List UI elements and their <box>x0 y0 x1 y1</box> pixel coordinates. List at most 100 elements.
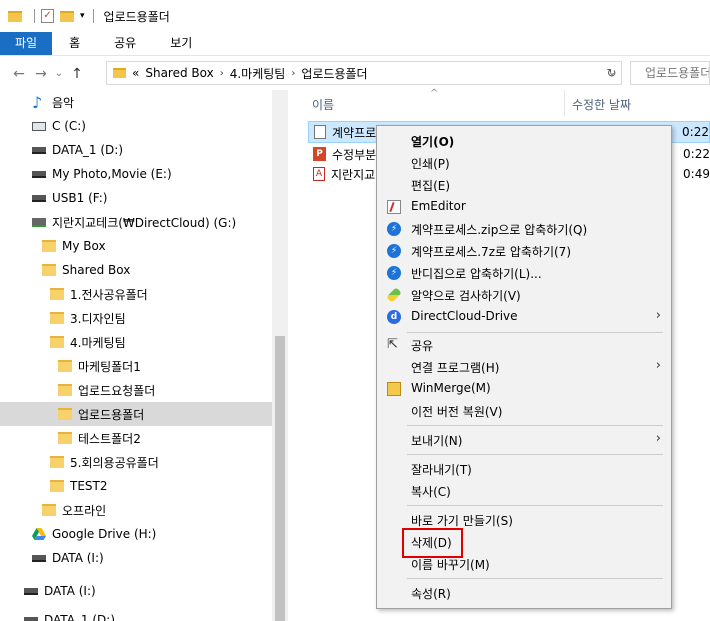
folder-icon <box>50 480 64 492</box>
chevron-right-icon: › <box>655 308 661 323</box>
chevron-right-icon[interactable]: › <box>291 68 295 79</box>
nav-item-shared-box[interactable]: Shared Box <box>0 258 272 282</box>
menu-divider <box>407 425 663 426</box>
breadcrumb-marketing[interactable]: 4.마케팅팀 <box>230 65 286 82</box>
chevron-right-icon[interactable]: › <box>220 68 224 79</box>
nav-scrollbar-thumb[interactable] <box>275 336 285 621</box>
bandizip-icon: ⚡ <box>387 222 401 236</box>
folder-icon <box>58 432 72 444</box>
file-name: 수정부분 <box>332 147 377 162</box>
new-folder-icon[interactable] <box>60 10 74 22</box>
quick-access-dropdown-icon[interactable]: ▾ <box>80 11 85 21</box>
menu-item-share[interactable]: ⇱ 공유 <box>377 334 671 356</box>
search-input[interactable]: 업로드용폴더 <box>630 61 710 85</box>
nav-item-e-drive[interactable]: My Photo,Movie (E:) <box>0 162 272 186</box>
nav-item-meeting-share[interactable]: 5.회의용공유폴더 <box>0 450 272 474</box>
nav-item-label: 1.전사공유폴더 <box>70 287 148 302</box>
tab-share[interactable]: 공유 <box>97 32 153 55</box>
menu-item-send-to[interactable]: 보내기(N) › <box>377 429 671 451</box>
file-date: 0:22 <box>682 125 709 139</box>
nav-item-google-drive[interactable]: Google Drive (H:) <box>0 522 272 546</box>
nav-item-d-drive[interactable]: DATA_1 (D:) <box>0 138 272 162</box>
menu-item-zip[interactable]: ⚡ 계약프로세스.zip으로 압축하기(Q) <box>377 218 671 240</box>
ribbon-tabs: 파일 홈 공유 보기 <box>0 32 710 56</box>
music-icon: ♪ <box>32 92 43 112</box>
folder-icon <box>50 312 64 324</box>
refresh-icon[interactable]: ↻ <box>602 61 622 85</box>
breadcrumb-upload-folder[interactable]: 업로드용폴더 <box>301 65 367 82</box>
nav-item-upload-folder[interactable]: 업로드용폴더 <box>0 402 272 426</box>
tab-file[interactable]: 파일 <box>0 32 53 55</box>
menu-item-edit[interactable]: 편집(E) <box>377 174 671 196</box>
back-arrow-icon[interactable]: ← <box>8 66 30 82</box>
chevron-right-icon: › <box>655 358 661 373</box>
nav-item-offline[interactable]: 오프라인 <box>0 498 272 522</box>
menu-item-directcloud[interactable]: d DirectCloud-Drive › <box>377 306 671 328</box>
nav-item-i-drive[interactable]: DATA (I:) <box>0 546 272 570</box>
share-icon: ⇱ <box>387 337 398 352</box>
nav-item-music[interactable]: ♪ 음악 <box>0 90 272 114</box>
menu-item-copy[interactable]: 복사(C) <box>377 480 671 502</box>
nav-item-g-drive[interactable]: 지란지교테크(₩DirectCloud) (G:) <box>0 210 272 234</box>
menu-item-properties[interactable]: 속성(R) <box>377 582 671 604</box>
menu-item-bandizip[interactable]: ⚡ 반디집으로 압축하기(L)... <box>377 262 671 284</box>
title-bar: ✓ ▾ 업로드용폴더 <box>0 0 710 32</box>
menu-item-emeditor[interactable]: EmEditor <box>377 196 671 218</box>
file-date: 0:22 <box>683 147 710 161</box>
column-name[interactable]: 이름 <box>312 96 334 113</box>
drive-icon <box>32 121 46 131</box>
menu-item-open-with[interactable]: 연결 프로그램(H) › <box>377 356 671 378</box>
nav-item-label: USB1 (F:) <box>52 191 108 205</box>
nav-item-test-folder2[interactable]: 테스트폴더2 <box>0 426 272 450</box>
file-name: 계약프로 <box>332 125 377 140</box>
context-menu: 열기(O) 인쇄(P) 편집(E) EmEditor ⚡ 계약프로세스.zip으로… <box>376 125 672 609</box>
folder-icon <box>50 288 64 300</box>
address-box[interactable]: « Shared Box › 4.마케팅팀 › 업로드용폴더 ⌄ <box>106 61 622 85</box>
forward-arrow-icon[interactable]: → <box>30 66 52 82</box>
menu-item-print[interactable]: 인쇄(P) <box>377 152 671 174</box>
nav-item-d-drive-2[interactable]: DATA_1 (D:) <box>0 608 272 621</box>
nav-item-c-drive[interactable]: C (C:) <box>0 114 272 138</box>
nav-item-my-box[interactable]: My Box <box>0 234 272 258</box>
nav-item-upload-request[interactable]: 업로드요청폴더 <box>0 378 272 402</box>
properties-icon[interactable]: ✓ <box>41 9 54 23</box>
nav-item-f-drive[interactable]: USB1 (F:) <box>0 186 272 210</box>
recent-locations-icon[interactable]: ⌄ <box>52 68 66 79</box>
nav-item-label: My Photo,Movie (E:) <box>52 167 172 181</box>
nav-item-i-drive-2[interactable]: DATA (I:) <box>0 579 272 603</box>
nav-item-test2[interactable]: TEST2 <box>0 474 272 498</box>
breadcrumb-overflow[interactable]: « <box>132 66 139 80</box>
drive-icon <box>24 587 38 595</box>
drive-icon <box>24 616 38 621</box>
emeditor-icon <box>387 200 401 214</box>
column-date-modified[interactable]: 수정한 날짜 <box>572 96 631 113</box>
drive-icon <box>32 194 46 202</box>
navigation-pane: ♪ 음악 C (C:) DATA_1 (D:) My Photo,Movie (E… <box>0 90 288 621</box>
nav-item-label: TEST2 <box>70 479 108 493</box>
up-arrow-icon[interactable]: ↑ <box>66 66 88 82</box>
nav-item-marketing-folder1[interactable]: 마케팅폴더1 <box>0 354 272 378</box>
nav-item-company-share[interactable]: 1.전사공유폴더 <box>0 282 272 306</box>
bandizip-icon: ⚡ <box>387 244 401 258</box>
winmerge-icon <box>387 382 401 396</box>
menu-item-winmerge[interactable]: WinMerge(M) <box>377 378 671 400</box>
menu-item-alyac-scan[interactable]: 알약으로 검사하기(V) <box>377 284 671 306</box>
menu-item-cut[interactable]: 잘라내기(T) <box>377 458 671 480</box>
nav-item-marketing-team[interactable]: 4.마케팅팀 <box>0 330 272 354</box>
nav-item-label: DATA (I:) <box>52 551 104 565</box>
tab-view[interactable]: 보기 <box>153 32 209 55</box>
folder-icon <box>42 504 56 516</box>
column-divider[interactable] <box>564 90 565 116</box>
menu-divider <box>407 578 663 579</box>
drive-icon <box>32 170 46 178</box>
menu-item-7z[interactable]: ⚡ 계약프로세스.7z로 압축하기(7) <box>377 240 671 262</box>
tab-home[interactable]: 홈 <box>52 32 97 55</box>
nav-item-design-team[interactable]: 3.디자인팀 <box>0 306 272 330</box>
file-date: 0:49 <box>683 167 710 181</box>
nav-item-label: 마케팅폴더1 <box>78 359 141 374</box>
menu-item-open[interactable]: 열기(O) <box>377 130 671 152</box>
folder-icon <box>50 336 64 348</box>
menu-item-restore-previous[interactable]: 이전 버전 복원(V) <box>377 400 671 422</box>
breadcrumb-shared-box[interactable]: Shared Box <box>145 66 213 80</box>
menu-divider <box>407 332 663 333</box>
